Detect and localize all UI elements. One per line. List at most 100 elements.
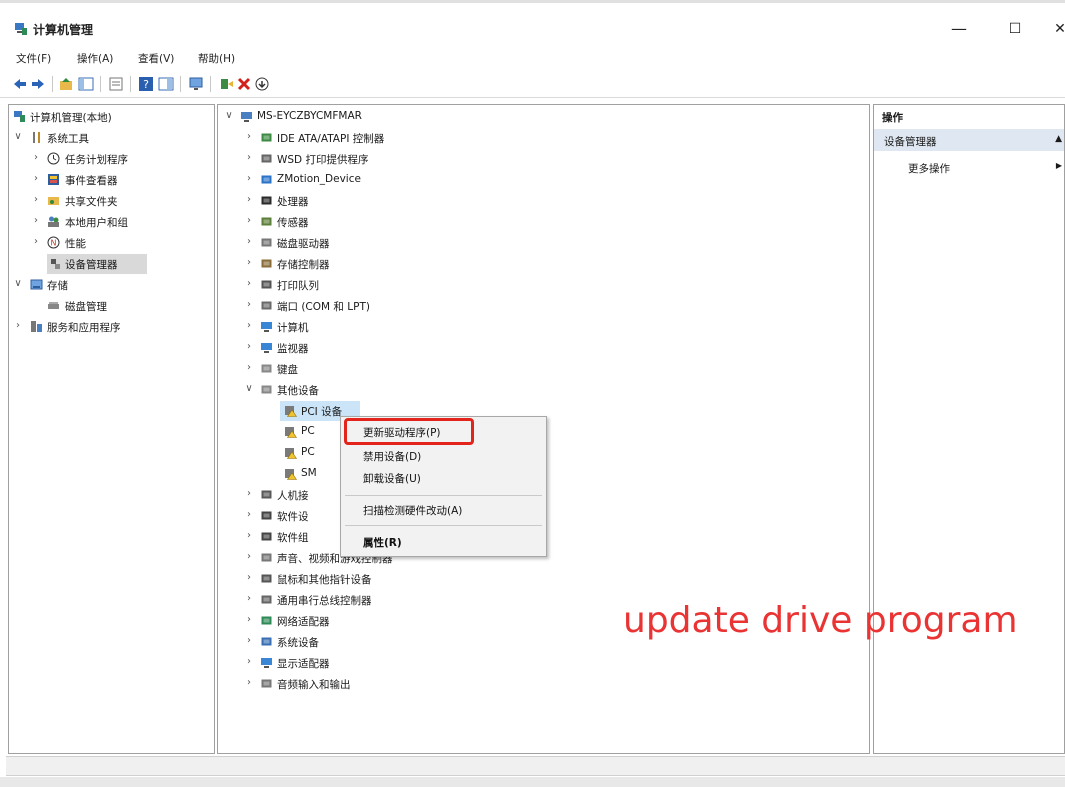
properties-sheet-icon[interactable] [108,76,124,92]
menu-item-disable-device[interactable]: 禁用设备(D) [363,449,421,464]
chevron-right-icon[interactable]: › [13,320,23,331]
menu-item-uninstall-device[interactable]: 卸载设备(U) [363,471,421,486]
chevron-right-icon[interactable]: › [244,320,254,331]
actions-section-device-manager[interactable]: 设备管理器 ▲ [874,129,1064,151]
device-category-row[interactable]: › 端口 (COM 和 LPT) [218,296,868,316]
menu-file[interactable]: 文件(F) [16,51,51,66]
monitor-icon[interactable] [188,76,204,92]
tree-item-event-viewer[interactable]: › 事件查看器 [9,170,214,190]
device-category-row[interactable]: › 打印队列 [218,275,868,295]
tree-item-label: 存储 [47,280,68,292]
device-category-row[interactable]: › 音频输入和输出 [218,674,868,694]
minimize-button[interactable]: — [944,18,974,42]
maximize-button[interactable]: ☐ [1000,18,1030,42]
device-category-row[interactable]: ∨ 其他设备 [218,380,868,400]
back-arrow-icon[interactable] [12,76,28,92]
device-category-row[interactable]: ∨ MS-EYCZBYCMFMAR [218,107,868,127]
tree-item-label: 系统工具 [47,133,89,145]
chevron-right-icon[interactable]: › [244,341,254,352]
chevron-right-icon[interactable]: › [244,572,254,583]
chevron-right-icon[interactable]: › [244,362,254,373]
chevron-right-icon[interactable]: › [244,152,254,163]
view-icon[interactable] [158,76,174,92]
chevron-right-icon[interactable]: › [244,656,254,667]
chevron-right-icon[interactable]: › [244,509,254,520]
show-hide-tree-icon[interactable] [78,76,94,92]
chevron-right-icon[interactable]: › [244,194,254,205]
network-icon [261,616,272,625]
chevron-right-icon[interactable]: › [244,635,254,646]
device-category-row[interactable]: › 监视器 [218,338,868,358]
actions-section-label: 设备管理器 [884,136,937,148]
tree-item-disk-management[interactable]: 磁盘管理 [9,296,214,316]
device-category-label: 打印队列 [277,280,319,292]
chevron-right-icon[interactable]: › [244,215,254,226]
chevron-right-icon[interactable]: › [244,488,254,499]
sensor-icon [261,217,272,226]
chevron-right-icon[interactable]: › [244,593,254,604]
chevron-right-icon[interactable]: › [244,131,254,142]
chevron-right-icon[interactable]: › [244,530,254,541]
chevron-right-icon[interactable]: › [31,173,41,184]
device-category-label: 计算机 [277,322,309,334]
chevron-right-icon[interactable]: › [244,278,254,289]
chevron-right-icon[interactable]: › [244,257,254,268]
tree-item-shared-folders[interactable]: › 共享文件夹 [9,191,214,211]
performance-icon: N [47,236,60,249]
tree-item-storage[interactable]: ∨ 存储 [9,275,214,295]
more-actions-link[interactable]: 更多操作 [908,161,950,176]
menu-view[interactable]: 查看(V) [138,51,174,66]
chevron-right-icon[interactable]: › [31,236,41,247]
services-icon [31,321,42,332]
device-category-row[interactable]: › 鼠标和其他指针设备 [218,569,868,589]
tree-item-system-tools[interactable]: ∨ 系统工具 [9,128,214,148]
device-category-row[interactable]: › 磁盘驱动器 [218,233,868,253]
tree-item-performance[interactable]: › N 性能 [9,233,214,253]
device-category-row[interactable]: › IDE ATA/ATAPI 控制器 [218,128,868,148]
device-category-row[interactable]: › 处理器 [218,191,868,211]
uninstall-x-icon[interactable] [236,76,252,92]
menu-item-scan-hardware[interactable]: 扫描检测硬件改动(A) [363,503,462,518]
tree-item-computer-management[interactable]: 计算机管理(本地) [9,107,214,127]
toolbar: ? [0,72,1065,98]
device-category-row[interactable]: › 键盘 [218,359,868,379]
help-icon[interactable]: ? [138,76,154,92]
menu-action[interactable]: 操作(A) [77,51,113,66]
device-category-row[interactable]: › 显示适配器 [218,653,868,673]
update-driver-icon[interactable] [218,76,234,92]
scan-hardware-icon[interactable] [254,76,270,92]
menu-separator [345,525,542,526]
device-category-row[interactable]: › 传感器 [218,212,868,232]
tree-item-task-scheduler[interactable]: › 任务计划程序 [9,149,214,169]
tree-item-device-manager[interactable]: 设备管理器 [47,254,147,274]
tree-item-services-apps[interactable]: › 服务和应用程序 [9,317,214,337]
chevron-right-icon[interactable]: › [244,614,254,625]
device-category-row[interactable]: › 计算机 [218,317,868,337]
chevron-right-icon[interactable]: › [31,194,41,205]
chevron-down-icon[interactable]: ∨ [13,131,23,142]
close-button[interactable]: ✕ [1045,18,1065,42]
menu-help[interactable]: 帮助(H) [198,51,235,66]
collapse-up-icon[interactable]: ▲ [1055,134,1062,144]
chevron-down-icon[interactable]: ∨ [244,383,254,394]
device-category-row[interactable]: › 存储控制器 [218,254,868,274]
menu-item-properties[interactable]: 属性(R) [363,535,402,550]
chevron-right-icon[interactable]: › [244,551,254,562]
device-category-label: SM [301,467,317,479]
forward-arrow-icon[interactable] [30,76,46,92]
chevron-down-icon[interactable]: ∨ [13,278,23,289]
chevron-right-icon[interactable]: › [244,173,254,184]
device-category-row[interactable]: › ZMotion_Device [218,170,868,190]
device-category-row[interactable]: › WSD 打印提供程序 [218,149,868,169]
chevron-right-icon[interactable]: › [31,215,41,226]
chevron-right-icon[interactable]: › [31,152,41,163]
chevron-down-icon[interactable]: ∨ [224,110,234,121]
annotation-text: update drive program [623,600,1018,641]
tree-item-local-users[interactable]: › 本地用户和组 [9,212,214,232]
up-folder-icon[interactable] [58,76,74,92]
chevron-right-icon[interactable]: › [244,299,254,310]
chevron-right-icon[interactable]: › [244,677,254,688]
chevron-right-icon[interactable]: › [244,236,254,247]
more-actions-arrow-icon[interactable]: ▶ [1056,161,1062,170]
device-manager-icon [51,259,60,269]
